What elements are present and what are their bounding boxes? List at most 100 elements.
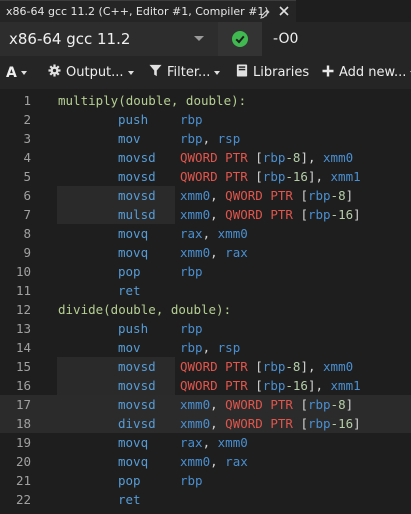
asm-token: QWORD PTR (225, 416, 301, 431)
asm-indent (57, 110, 175, 129)
line-number: 13 (15, 321, 31, 336)
asm-token: rax (180, 435, 203, 450)
asm-token: rbp (262, 378, 286, 393)
asm-operands: xmm0, QWORD PTR [rbp-8] (180, 395, 353, 414)
asm-operands: xmm0, QWORD PTR [rbp-16] (180, 205, 361, 224)
asm-line[interactable]: 10 pop rbp (0, 262, 411, 281)
asm-line[interactable]: 20 movq xmm0, rax (0, 452, 411, 471)
asm-indent (57, 319, 175, 338)
asm-token: xmm0 (323, 150, 354, 165)
asm-line[interactable]: 2 push rbp (0, 110, 411, 129)
asm-line[interactable]: 14 mov rbp, rsp (0, 338, 411, 357)
asm-indent (57, 281, 175, 300)
asm-indent (57, 357, 175, 376)
asm-line[interactable]: 12 divide(double, double): (0, 300, 411, 319)
asm-line[interactable]: 22 ret (0, 490, 411, 509)
compiler-options-value: -O0 (273, 31, 299, 47)
asm-indent (57, 186, 175, 205)
asm-token: -16 (330, 207, 354, 222)
asm-mnemonic: divsd (118, 416, 156, 431)
chevron-down-icon (214, 71, 221, 75)
asm-line[interactable]: 9 movq xmm0, rax (0, 243, 411, 262)
line-number: 5 (23, 169, 31, 184)
asm-indent (57, 490, 175, 509)
asm-token: [ (255, 359, 263, 374)
asm-operands: QWORD PTR [rbp-8], xmm0 (180, 148, 353, 167)
filter-icon (149, 64, 162, 81)
asm-token: rax (180, 226, 203, 241)
compile-status[interactable] (218, 22, 262, 56)
asm-line[interactable]: 21 pop rbp (0, 471, 411, 490)
close-icon[interactable] (277, 4, 291, 18)
asm-label: multiply(double, double): (58, 93, 247, 108)
asm-token: [ (300, 397, 308, 412)
asm-line[interactable]: 11 ret (0, 281, 411, 300)
asm-token: xmm0 (180, 207, 211, 222)
asm-line[interactable]: 17 movsd xmm0, QWORD PTR [rbp-8] (0, 395, 411, 414)
asm-indent (57, 148, 175, 167)
assembly-output[interactable]: 1 multiply(double, double): 2 push rbp 3 mov rb… (0, 89, 411, 514)
line-number: 4 (23, 150, 31, 165)
asm-operands: xmm0, rax (180, 243, 248, 262)
asm-line[interactable]: 18 divsd xmm0, QWORD PTR [rbp-16] (0, 414, 411, 433)
asm-token: ], (300, 359, 324, 374)
asm-token: QWORD PTR (180, 359, 256, 374)
filter-button[interactable]: Filter... (149, 56, 221, 89)
asm-line[interactable]: 6 movsd xmm0, QWORD PTR [rbp-8] (0, 186, 411, 205)
asm-token: xmm0 (180, 397, 211, 412)
output-label: Output... (66, 65, 124, 80)
asm-token: -8 (285, 359, 301, 374)
add-new-button[interactable]: Add new... (322, 56, 411, 89)
asm-line[interactable]: 1 multiply(double, double): (0, 91, 411, 110)
asm-mnemonic: ret (118, 492, 141, 507)
font-size-button[interactable]: A (6, 56, 27, 89)
asm-operands: rbp (180, 110, 203, 129)
asm-token: , (210, 188, 226, 203)
asm-indent (57, 376, 175, 395)
asm-token: , (210, 454, 226, 469)
asm-line[interactable]: 7 mulsd xmm0, QWORD PTR [rbp-16] (0, 205, 411, 224)
asm-indent (57, 129, 175, 148)
line-number: 21 (15, 473, 31, 488)
asm-token: rbp (307, 397, 331, 412)
asm-mnemonic: movsd (118, 150, 156, 165)
asm-operands: rax, xmm0 (180, 224, 248, 243)
asm-operands: xmm0, QWORD PTR [rbp-16] (180, 414, 361, 433)
asm-token: xmm0 (217, 435, 248, 450)
output-button[interactable]: Output... (48, 56, 134, 89)
asm-line[interactable]: 15 movsd QWORD PTR [rbp-8], xmm0 (0, 357, 411, 376)
asm-token: rax (225, 245, 248, 260)
asm-line[interactable]: 19 movq rax, xmm0 (0, 433, 411, 452)
asm-token: , (210, 207, 226, 222)
asm-line[interactable]: 5 movsd QWORD PTR [rbp-16], xmm1 (0, 167, 411, 186)
asm-line[interactable]: 4 movsd QWORD PTR [rbp-8], xmm0 (0, 148, 411, 167)
tab-title: x86-64 gcc 11.2 (C++, Editor #1, Compile… (6, 5, 269, 18)
asm-line[interactable]: 13 push rbp (0, 319, 411, 338)
asm-token: -16 (285, 378, 308, 393)
asm-token: rsp (217, 340, 241, 355)
compiler-select[interactable]: x86-64 gcc 11.2 (0, 22, 218, 56)
libraries-button[interactable]: Libraries (236, 56, 309, 89)
pencil-icon[interactable] (259, 5, 271, 19)
asm-line[interactable]: 3 mov rbp, rsp (0, 129, 411, 148)
asm-line[interactable]: 8 movq rax, xmm0 (0, 224, 411, 243)
asm-token: rbp (307, 416, 331, 431)
asm-token: QWORD PTR (180, 150, 256, 165)
add-new-label: Add new... (339, 65, 407, 80)
plus-icon (322, 65, 334, 81)
asm-mnemonic: movsd (118, 359, 156, 374)
asm-indent (57, 224, 175, 243)
asm-mnemonic: pop (118, 264, 141, 279)
gear-icon (48, 64, 61, 81)
asm-line[interactable]: 16 movsd QWORD PTR [rbp-16], xmm1 (0, 376, 411, 395)
asm-operands: xmm0, QWORD PTR [rbp-8] (180, 186, 353, 205)
asm-mnemonic: movsd (118, 378, 156, 393)
asm-indent (57, 243, 175, 262)
compiler-tab[interactable]: x86-64 gcc 11.2 (C++, Editor #1, Compile… (0, 0, 296, 22)
compiler-options-input[interactable]: -O0 (262, 22, 411, 56)
asm-operands: rbp (180, 262, 203, 281)
asm-operands: QWORD PTR [rbp-16], xmm1 (180, 376, 361, 395)
asm-token: [ (255, 150, 263, 165)
line-number: 10 (15, 264, 31, 279)
line-number: 11 (15, 283, 31, 298)
